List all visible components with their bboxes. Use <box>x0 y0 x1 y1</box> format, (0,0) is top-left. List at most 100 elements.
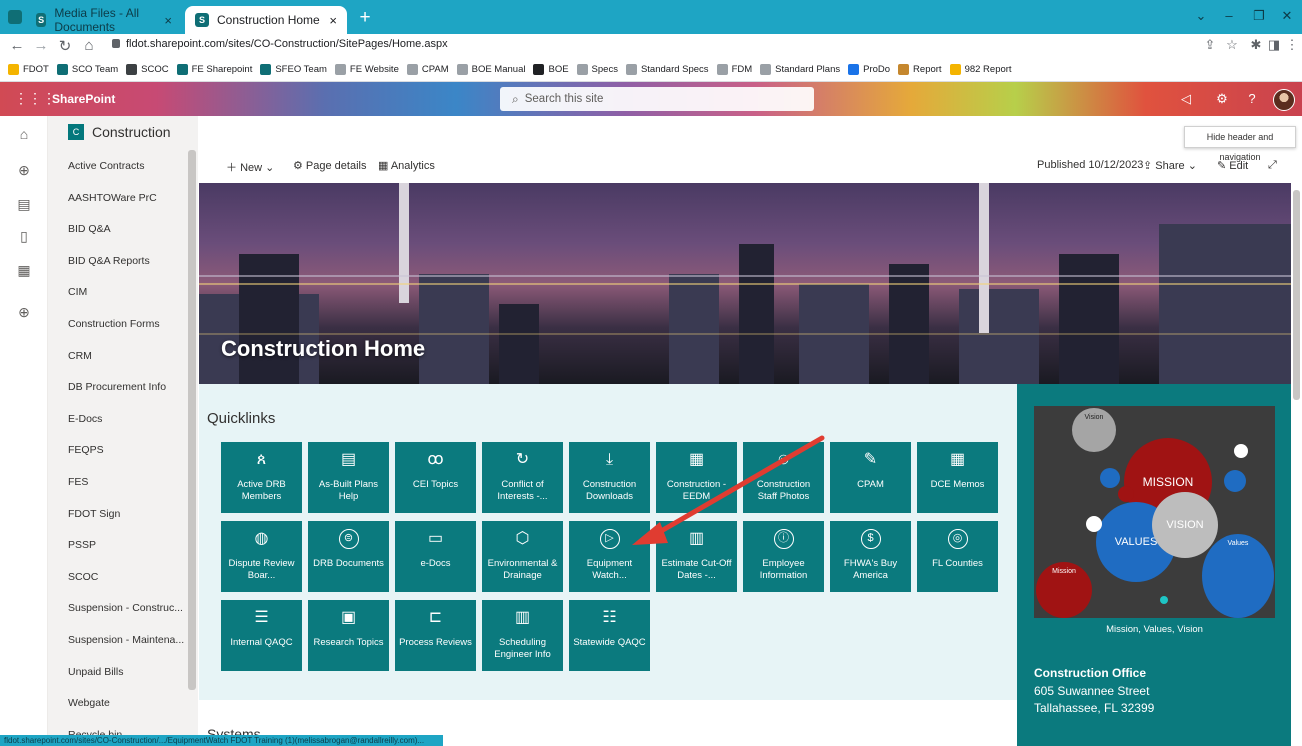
page-scrollbar[interactable] <box>1293 190 1300 400</box>
quicklink-tile[interactable]: ◎ FL Counties <box>917 521 998 592</box>
quicklink-tile[interactable]: ⊏ Process Reviews <box>395 600 476 671</box>
nav-item[interactable]: FEQPS <box>68 444 104 456</box>
quicklink-tile[interactable]: ▦ DCE Memos <box>917 442 998 513</box>
nav-item[interactable]: BID Q&A <box>68 223 111 235</box>
nav-item[interactable]: E-Docs <box>68 413 102 425</box>
nav-item[interactable]: BID Q&A Reports <box>68 255 150 267</box>
sidepanel-icon[interactable]: ◨ <box>1264 37 1284 53</box>
sharepoint-brand[interactable]: SharePoint <box>52 92 115 106</box>
nav-item[interactable]: CIM <box>68 286 87 298</box>
nav-scrollbar[interactable] <box>188 150 196 690</box>
quicklink-tile[interactable]: ⤓ Construction Downloads <box>569 442 650 513</box>
bookmark-item[interactable]: FDOT <box>8 64 49 75</box>
nav-item[interactable]: Active Contracts <box>68 160 144 172</box>
close-icon[interactable]: × <box>329 13 337 28</box>
quicklink-tile[interactable]: ▭ e-Docs <box>395 521 476 592</box>
forward-icon[interactable]: → <box>32 37 50 54</box>
bookmark-item[interactable]: ProDo <box>848 64 890 75</box>
menu-dots-icon[interactable]: ⋮ <box>1282 37 1302 53</box>
mission-values-vision-image[interactable]: Vision MISSION VALUES VISION Values Miss… <box>1034 406 1275 618</box>
quicklink-tile[interactable]: ▦ Construction - EEDM <box>656 442 737 513</box>
quicklink-tile[interactable]: ▥ Scheduling Engineer Info <box>482 600 563 671</box>
nav-item[interactable]: Unpaid Bills <box>68 666 123 678</box>
bookmark-item[interactable]: 982 Report <box>949 64 1012 75</box>
nav-item[interactable]: Suspension - Construc... <box>68 602 183 614</box>
page-details-button[interactable]: ⚙ Page details <box>293 159 366 172</box>
quicklink-tile[interactable]: ▥ Estimate Cut-Off Dates -... <box>656 521 737 592</box>
quicklink-tile[interactable]: ⊜ DRB Documents <box>308 521 389 592</box>
bookmark-item[interactable]: Specs <box>576 64 618 75</box>
bookmark-item[interactable]: FE Website <box>334 64 399 75</box>
quicklink-tile[interactable]: ◍ Dispute Review Boar... <box>221 521 302 592</box>
nav-item[interactable]: SCOC <box>68 571 98 583</box>
extensions-icon[interactable]: ✱ <box>1246 37 1266 53</box>
quicklink-tile[interactable]: ▣ Research Topics <box>308 600 389 671</box>
analytics-button[interactable]: ▦ Analytics <box>378 159 435 172</box>
nav-item[interactable]: FES <box>68 476 88 488</box>
close-icon[interactable]: × <box>164 13 172 28</box>
bookmark-item[interactable]: Standard Specs <box>625 64 709 75</box>
nav-item[interactable]: PSSP <box>68 539 96 551</box>
chevron-down-icon[interactable]: ⌄ <box>1186 8 1216 24</box>
quicklink-tile[interactable]: ↻ Conflict of Interests -... <box>482 442 563 513</box>
bookmark-item[interactable]: Report <box>898 64 942 75</box>
minimize-icon[interactable]: – <box>1214 8 1244 23</box>
nav-item[interactable]: AASHTOWare PrC <box>68 192 157 204</box>
back-icon[interactable]: ← <box>8 37 26 54</box>
nav-item[interactable]: Construction Forms <box>68 318 160 330</box>
bookmark-item[interactable]: FDM <box>716 64 752 75</box>
expand-icon[interactable]: ⤢ <box>1268 159 1277 172</box>
quicklink-tile[interactable]: ꝏ CEI Topics <box>395 442 476 513</box>
quicklink-tile[interactable]: $ FHWA's Buy America <box>830 521 911 592</box>
quicklink-tile[interactable]: ⓘ Employee Information <box>743 521 824 592</box>
quicklink-tile[interactable]: ▤ As-Built Plans Help <box>308 442 389 513</box>
quicklink-tile[interactable]: ⬡ Environmental & Drainage <box>482 521 563 592</box>
share-icon[interactable]: ⇪ <box>1200 37 1220 53</box>
restore-icon[interactable]: ❐ <box>1244 8 1274 24</box>
file-icon[interactable]: ▯ <box>12 228 36 245</box>
home-icon[interactable]: ⌂ <box>80 37 98 54</box>
bookmark-item[interactable]: BOE <box>533 64 569 75</box>
browser-tab-media-files[interactable]: S Media Files - All Documents × <box>26 6 182 34</box>
nav-item[interactable]: Suspension - Maintena... <box>68 634 184 646</box>
lists-icon[interactable]: ▦ <box>12 262 36 279</box>
quicklink-tile[interactable]: ▷ Equipment Watch... <box>569 521 650 592</box>
browser-tab-construction-home[interactable]: S Construction Home × <box>185 6 347 34</box>
create-icon[interactable]: ⊕ <box>12 304 36 321</box>
quicklink-tile[interactable]: ጰ Active DRB Members <box>221 442 302 513</box>
nav-item[interactable]: DB Procurement Info <box>68 381 166 393</box>
bookmark-item[interactable]: SCOC <box>126 64 169 75</box>
gear-icon[interactable]: ⚙ <box>1212 91 1232 107</box>
reload-icon[interactable]: ↻ <box>56 37 74 55</box>
site-logo[interactable]: C <box>68 124 84 140</box>
megaphone-icon[interactable]: ◁ <box>1176 91 1196 107</box>
app-launcher-icon[interactable]: ⋮⋮⋮ <box>14 90 56 107</box>
news-icon[interactable]: ▤ <box>12 196 36 213</box>
home-icon[interactable]: ⌂ <box>12 126 36 142</box>
quicklink-tile[interactable]: ✎ CPAM <box>830 442 911 513</box>
quicklink-tile[interactable]: ☺ Construction Staff Photos <box>743 442 824 513</box>
bookmark-item[interactable]: SCO Team <box>56 64 118 75</box>
avatar[interactable] <box>1273 89 1295 111</box>
quicklink-tile[interactable]: ☷ Statewide QAQC <box>569 600 650 671</box>
new-tab-icon[interactable]: + <box>354 8 376 30</box>
new-button[interactable]: ＋ New ⌄ <box>226 159 274 175</box>
bookmark-item[interactable]: BOE Manual <box>456 64 525 75</box>
bookmark-item[interactable]: CPAM <box>406 64 449 75</box>
nav-item[interactable]: FDOT Sign <box>68 508 120 520</box>
quicklink-tile[interactable]: ☰ Internal QAQC <box>221 600 302 671</box>
bookmark-item[interactable]: Standard Plans <box>760 64 840 75</box>
nav-item[interactable]: CRM <box>68 350 92 362</box>
url-field[interactable]: fldot.sharepoint.com/sites/CO-Constructi… <box>112 38 448 50</box>
site-title[interactable]: Construction <box>92 124 171 140</box>
close-window-icon[interactable]: ✕ <box>1272 8 1302 24</box>
share-button[interactable]: ⇪ Share ⌄ <box>1143 159 1197 172</box>
bookmark-item[interactable]: FE Sharepoint <box>176 64 252 75</box>
star-icon[interactable]: ☆ <box>1222 37 1242 53</box>
search-input[interactable]: ⌕ Search this site <box>500 87 814 111</box>
help-icon[interactable]: ? <box>1242 91 1262 106</box>
nav-item[interactable]: Webgate <box>68 697 110 709</box>
globe-icon[interactable]: ⊕ <box>12 162 36 179</box>
bookmark-item[interactable]: SFEO Team <box>260 64 327 75</box>
tab-search-icon[interactable] <box>8 10 22 24</box>
